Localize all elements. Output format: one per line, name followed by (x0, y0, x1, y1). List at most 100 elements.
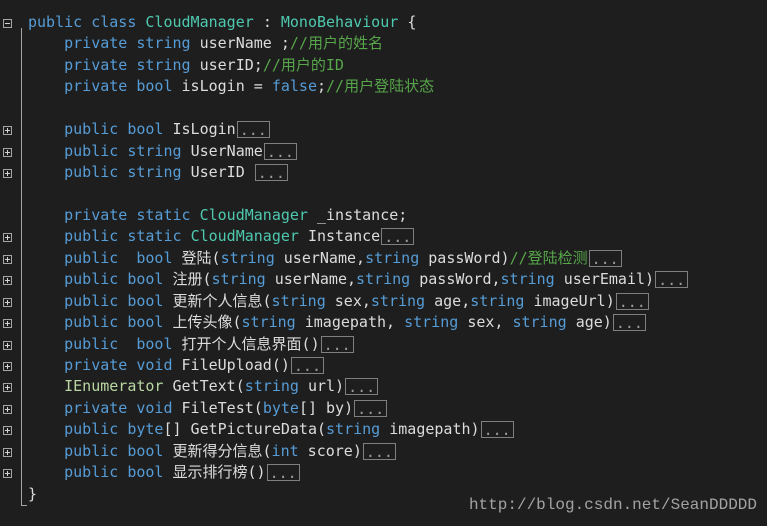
collapsed-region-button[interactable]: ... (615, 292, 649, 310)
field-line[interactable]: private bool isLogin = false;//用户登陆状态 (28, 76, 688, 97)
method-line[interactable]: private void FileUpload()... (3, 355, 688, 376)
property-line[interactable]: public bool IsLogin... (3, 119, 688, 140)
collapsed-region-button[interactable]: ... (362, 442, 396, 460)
method-line[interactable]: public bool 注册(string userName,string pa… (3, 269, 689, 290)
param-type: string (500, 270, 555, 289)
param-name: score) (307, 441, 362, 460)
separator: : (262, 13, 272, 31)
property-modifier: public static (64, 227, 182, 246)
method-line[interactable]: public bool 上传头像(string imagepath, strin… (3, 312, 688, 333)
instance-field-line[interactable]: private static CloudManager _instance; (28, 205, 688, 226)
semicolon: ; (317, 77, 327, 96)
param-name: userName, (274, 270, 357, 289)
method-line[interactable]: public bool 登陆(string userName,string pa… (3, 248, 688, 269)
type-name: CloudManager (190, 227, 299, 246)
expand-icon[interactable] (3, 383, 12, 393)
expand-icon[interactable] (3, 340, 12, 350)
expand-icon[interactable] (3, 276, 12, 286)
expand-icon[interactable] (3, 233, 12, 243)
param-type: string (365, 248, 420, 267)
method-name: 登陆( (181, 248, 221, 267)
class-declaration-line[interactable]: public class CloudManager : MonoBehaviou… (3, 12, 688, 33)
method-modifier: public bool (64, 313, 164, 332)
collapse-icon[interactable] (3, 19, 12, 28)
method-line[interactable]: IEnumerator GetText(string url)... (3, 376, 688, 397)
method-name: 打开个人信息界面() (181, 334, 320, 353)
code-comment: //用户的姓名 (289, 34, 383, 53)
field-modifier: private bool (64, 77, 173, 96)
collapsed-region-button[interactable]: ... (354, 399, 388, 417)
field-line[interactable]: private string userID;//用户的ID (28, 55, 688, 76)
method-line[interactable]: public bool 更新个人信息(string sex,string age… (3, 291, 688, 312)
collapsed-region-button[interactable]: ... (236, 121, 270, 139)
method-modifier: private void (64, 398, 173, 417)
expand-icon[interactable] (3, 169, 12, 179)
method-modifier: public bool (64, 248, 173, 267)
expand-icon[interactable] (3, 426, 12, 436)
collapsed-region-button[interactable]: ... (655, 271, 689, 289)
collapsed-region-button[interactable]: ... (588, 249, 622, 267)
expand-icon[interactable] (3, 469, 12, 479)
code-comment: //登陆检测 (509, 248, 588, 267)
method-line[interactable]: private void FileTest(byte[] by)... (3, 398, 688, 419)
expand-icon[interactable] (3, 404, 12, 414)
field-line[interactable]: private string userName ;//用户的姓名 (28, 33, 688, 54)
collapsed-region-button[interactable]: ... (290, 357, 324, 374)
expand-icon[interactable] (3, 319, 12, 329)
param-name: url) (307, 377, 345, 396)
method-line[interactable]: public byte[] GetPictureData(string imag… (3, 419, 688, 440)
collapsed-region-button[interactable]: ... (263, 142, 297, 160)
code-comment: //用户的ID (262, 55, 344, 74)
property-modifier: public bool (64, 120, 164, 139)
expand-icon[interactable] (3, 362, 12, 371)
code-editor[interactable]: public class CloudManager : MonoBehaviou… (0, 0, 767, 526)
param-name: [] by) (298, 398, 354, 417)
method-line[interactable]: public bool 打开个人信息界面()... (3, 334, 688, 355)
collapsed-region-button[interactable]: ... (320, 335, 354, 353)
expand-icon[interactable] (3, 447, 12, 457)
param-type: int (271, 441, 299, 460)
collapsed-region-button[interactable]: ... (480, 421, 514, 439)
method-name: 更新得分信息( (172, 441, 272, 460)
field-name: isLogin = (181, 77, 272, 96)
param-type: string (370, 291, 426, 310)
close-brace: } (28, 484, 38, 503)
collapsed-region-button[interactable]: ... (381, 228, 415, 246)
blank-line[interactable] (28, 184, 688, 205)
param-type: byte (262, 398, 299, 417)
param-name: userEmail) (563, 270, 655, 289)
outline-end-marker (21, 505, 27, 506)
method-line[interactable]: public bool 更新得分信息(int score)... (3, 441, 688, 462)
collapsed-region-button[interactable]: ... (345, 378, 379, 396)
property-name: UserName (190, 141, 263, 160)
blank-line[interactable] (28, 98, 688, 119)
method-name: GetText( (172, 377, 245, 396)
property-line[interactable]: public string UserName... (3, 141, 688, 162)
collapsed-region-button[interactable]: ... (254, 164, 288, 182)
method-modifier: public byte (64, 420, 164, 439)
open-brace: { (407, 13, 417, 31)
method-modifier: private void (64, 356, 173, 374)
expand-icon[interactable] (3, 126, 12, 136)
watermark: http://blog.csdn.net/SeanDDDDD (468, 496, 757, 514)
method-name: FileTest( (181, 398, 263, 417)
param-type: string (244, 377, 299, 396)
param-type: string (470, 291, 525, 310)
param-name: imageUrl) (533, 291, 615, 310)
instance-property-line[interactable]: public static CloudManager Instance... (3, 226, 688, 247)
property-modifier: public string (64, 163, 182, 182)
param-name: sex, (467, 313, 513, 332)
field-name: userID; (199, 55, 263, 74)
expand-icon[interactable] (3, 297, 12, 307)
collapsed-region-button[interactable]: ... (266, 464, 300, 482)
expand-icon[interactable] (3, 254, 12, 264)
collapsed-region-button[interactable]: ... (612, 314, 646, 332)
code-area[interactable]: public class CloudManager : MonoBehaviou… (3, 12, 689, 505)
param-name: passWord) (428, 248, 510, 267)
property-name: UserID (190, 163, 254, 182)
method-name: [] GetPictureData( (163, 420, 327, 439)
expand-icon[interactable] (3, 147, 12, 157)
property-name: IsLogin (172, 120, 236, 139)
property-line[interactable]: public string UserID ... (3, 162, 688, 183)
method-line[interactable]: public bool 显示排行榜()... (3, 462, 688, 483)
